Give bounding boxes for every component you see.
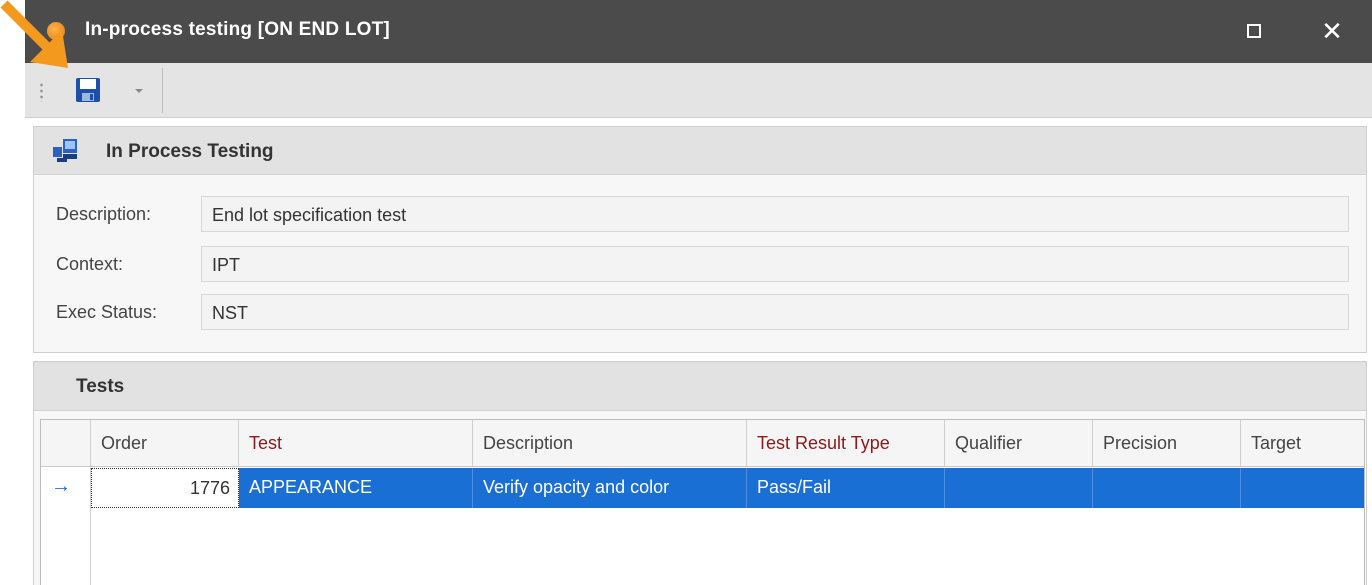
tests-group: Tests Order Test Description Test Result… <box>33 361 1367 585</box>
grid-header: Order Test Description Test Result Type … <box>41 420 1364 467</box>
test-equipment-icon <box>53 139 77 162</box>
tests-grid: Order Test Description Test Result Type … <box>40 419 1365 585</box>
context-label: Context: <box>56 254 124 274</box>
close-icon: ✕ <box>1321 16 1343 46</box>
column-header-target[interactable]: Target <box>1241 420 1365 467</box>
exec-status-field[interactable]: NST <box>201 294 1349 330</box>
context-field[interactable]: IPT <box>201 246 1349 282</box>
chevron-down-icon <box>135 89 143 93</box>
row-focus-arrow-icon: → <box>41 468 91 508</box>
column-header-precision[interactable]: Precision <box>1093 420 1241 467</box>
column-header-description[interactable]: Description <box>473 420 747 467</box>
context-row: Context: IPT <box>34 246 1366 282</box>
test-result-type-cell[interactable]: Pass/Fail <box>747 468 945 508</box>
description-label: Description: <box>56 204 152 224</box>
group-header: In Process Testing <box>34 127 1366 175</box>
table-row[interactable]: → 1776 APPEARANCE Verify opacity and col… <box>41 468 1364 508</box>
maximize-icon <box>1247 24 1261 38</box>
close-button[interactable]: ✕ <box>1315 14 1349 48</box>
description-row: Description: End lot specification test <box>34 196 1366 232</box>
column-header-order[interactable]: Order <box>91 420 239 467</box>
title-bar[interactable]: In-process testing [ON END LOT] ✕ <box>25 0 1372 63</box>
save-dropdown-button[interactable] <box>131 85 147 97</box>
group-title: In Process Testing <box>106 141 274 162</box>
save-button[interactable] <box>75 77 101 103</box>
annotation-arrow-icon <box>0 0 68 68</box>
test-cell[interactable]: APPEARANCE <box>239 468 473 508</box>
target-cell[interactable] <box>1241 468 1365 508</box>
column-header-test-result-type[interactable]: Test Result Type <box>747 420 945 467</box>
description-cell[interactable]: Verify opacity and color <box>473 468 747 508</box>
exec-status-row: Exec Status: NST <box>34 294 1366 330</box>
in-process-testing-group: In Process Testing Description: End lot … <box>33 126 1367 353</box>
order-cell[interactable]: 1776 <box>91 468 239 508</box>
window-title: In-process testing [ON END LOT] <box>85 19 390 40</box>
maximize-button[interactable] <box>1237 14 1271 48</box>
precision-cell[interactable] <box>1093 468 1241 508</box>
group-header: Tests <box>34 362 1366 411</box>
column-header-qualifier[interactable]: Qualifier <box>945 420 1093 467</box>
group-title: Tests <box>76 376 125 397</box>
description-field[interactable]: End lot specification test <box>201 196 1349 232</box>
toolbar <box>25 63 1372 118</box>
exec-status-label: Exec Status: <box>56 302 158 322</box>
in-process-testing-window: In-process testing [ON END LOT] ✕ In Pro… <box>25 0 1372 585</box>
qualifier-cell[interactable] <box>945 468 1093 508</box>
toolbar-separator <box>162 68 163 113</box>
floppy-disk-icon <box>76 78 100 102</box>
column-header-test[interactable]: Test <box>239 420 473 467</box>
toolbar-grip[interactable] <box>40 82 43 102</box>
